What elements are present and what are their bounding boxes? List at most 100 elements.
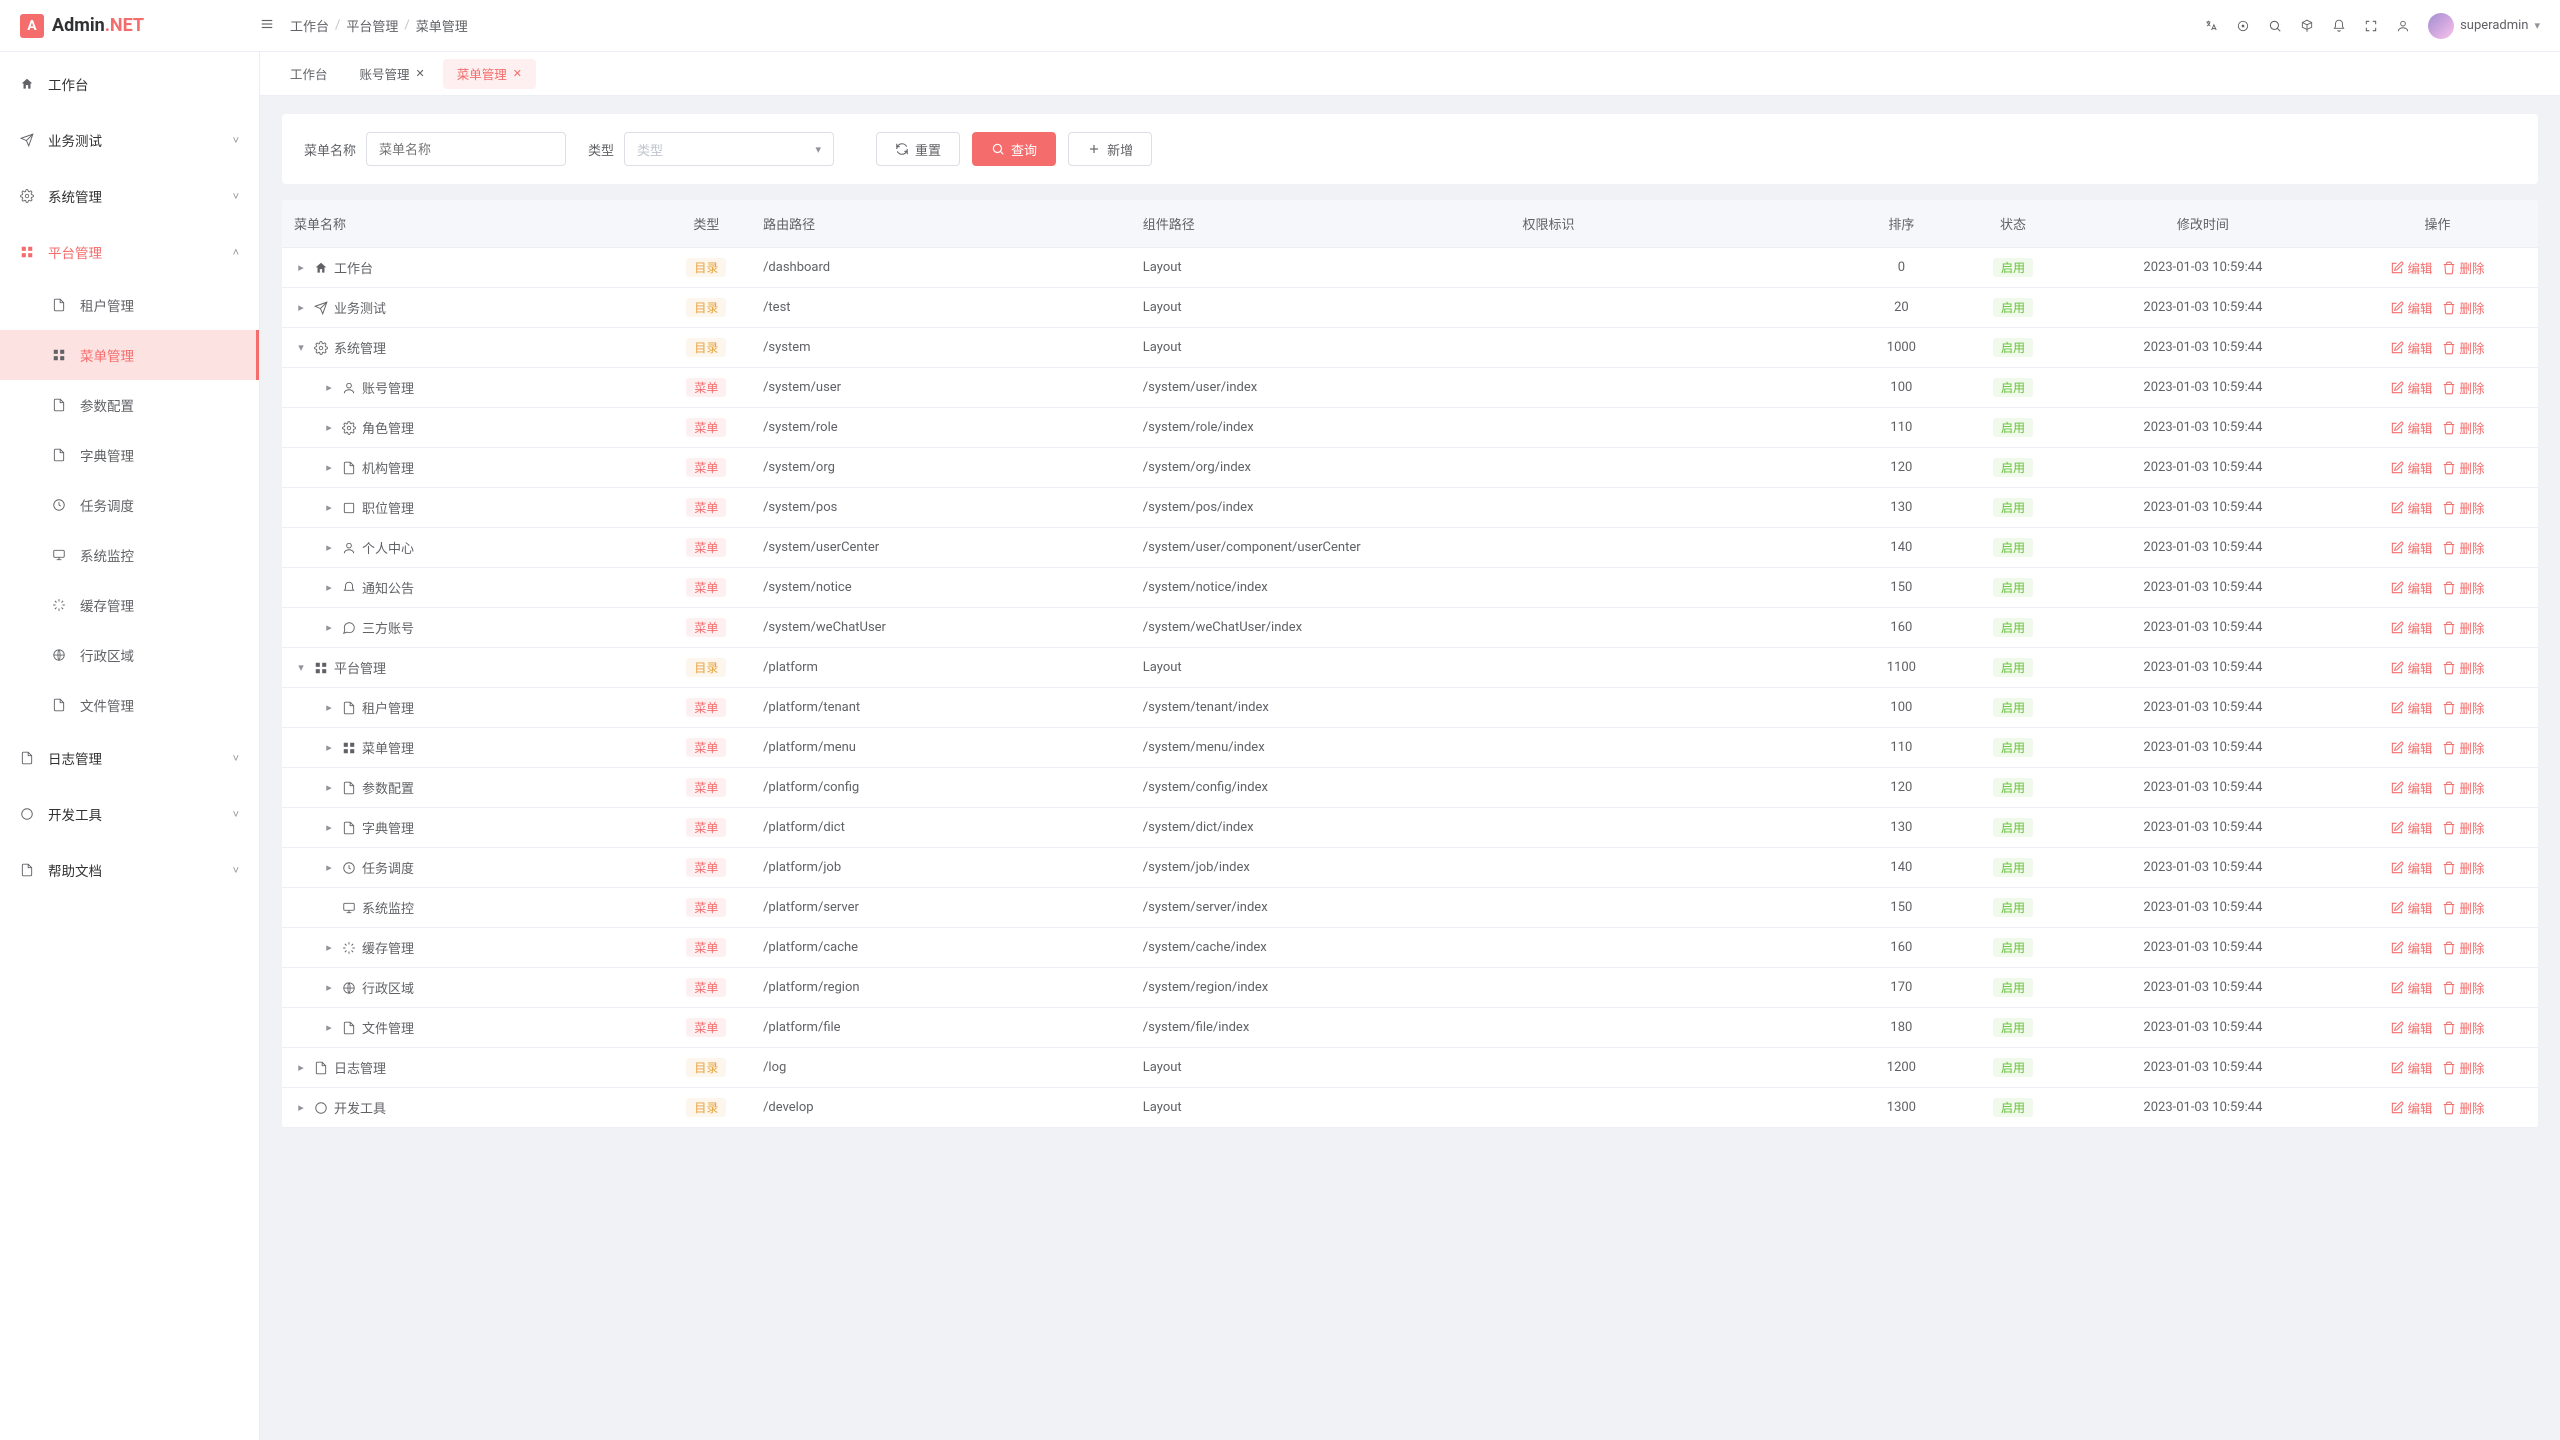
tree-caret-icon[interactable]: ▸	[294, 1101, 308, 1114]
tree-caret-icon[interactable]: ▸	[322, 941, 336, 954]
sidebar-subitem[interactable]: 参数配置	[0, 380, 259, 430]
edit-button[interactable]: 编辑	[2390, 258, 2432, 277]
delete-button[interactable]: 删除	[2442, 898, 2484, 917]
bell-icon[interactable]	[2332, 19, 2346, 33]
sidebar-item[interactable]: 业务测试˅	[0, 112, 259, 168]
edit-button[interactable]: 编辑	[2390, 458, 2432, 477]
edit-button[interactable]: 编辑	[2390, 418, 2432, 437]
sidebar-item[interactable]: 帮助文档˅	[0, 842, 259, 898]
sidebar-item[interactable]: 系统管理˅	[0, 168, 259, 224]
edit-button[interactable]: 编辑	[2390, 978, 2432, 997]
tree-caret-icon[interactable]: ▸	[322, 421, 336, 434]
language-icon[interactable]	[2204, 19, 2218, 33]
delete-button[interactable]: 删除	[2442, 378, 2484, 397]
tree-caret-icon[interactable]: ▸	[322, 1021, 336, 1034]
tab[interactable]: 工作台	[276, 59, 342, 89]
edit-button[interactable]: 编辑	[2390, 738, 2432, 757]
name-input[interactable]	[366, 132, 566, 166]
tree-caret-icon[interactable]: ▸	[322, 741, 336, 754]
hamburger-icon[interactable]	[260, 17, 274, 35]
tree-caret-icon[interactable]: ▸	[322, 981, 336, 994]
sidebar-item[interactable]: 日志管理˅	[0, 730, 259, 786]
tree-caret-icon[interactable]: ▸	[322, 581, 336, 594]
delete-button[interactable]: 删除	[2442, 578, 2484, 597]
sidebar-item[interactable]: 平台管理˄	[0, 224, 259, 280]
edit-button[interactable]: 编辑	[2390, 778, 2432, 797]
tree-caret-icon[interactable]: ▸	[294, 261, 308, 274]
edit-button[interactable]: 编辑	[2390, 1058, 2432, 1077]
sidebar-subitem[interactable]: 任务调度	[0, 480, 259, 530]
delete-button[interactable]: 删除	[2442, 818, 2484, 837]
tree-caret-icon[interactable]: ▸	[294, 301, 308, 314]
edit-button[interactable]: 编辑	[2390, 538, 2432, 557]
tree-caret-icon[interactable]: ▸	[322, 501, 336, 514]
fullscreen-icon[interactable]	[2364, 19, 2378, 33]
delete-button[interactable]: 删除	[2442, 538, 2484, 557]
sidebar-subitem[interactable]: 字典管理	[0, 430, 259, 480]
tree-caret-icon[interactable]: ▸	[294, 1061, 308, 1074]
target-icon[interactable]	[2236, 19, 2250, 33]
tree-caret-icon[interactable]: ▸	[322, 861, 336, 874]
edit-button[interactable]: 编辑	[2390, 938, 2432, 957]
sidebar-subitem[interactable]: 缓存管理	[0, 580, 259, 630]
delete-button[interactable]: 删除	[2442, 1018, 2484, 1037]
add-button[interactable]: 新增	[1068, 132, 1152, 166]
tree-caret-icon[interactable]: ▸	[322, 821, 336, 834]
delete-button[interactable]: 删除	[2442, 938, 2484, 957]
edit-button[interactable]: 编辑	[2390, 658, 2432, 677]
delete-button[interactable]: 删除	[2442, 738, 2484, 757]
delete-button[interactable]: 删除	[2442, 298, 2484, 317]
sidebar-subitem[interactable]: 行政区域	[0, 630, 259, 680]
sidebar-item[interactable]: 开发工具˅	[0, 786, 259, 842]
tree-caret-icon[interactable]: ▾	[294, 661, 308, 674]
search-icon[interactable]	[2268, 19, 2282, 33]
tree-caret-icon[interactable]: ▸	[322, 621, 336, 634]
tree-caret-icon[interactable]: ▸	[322, 541, 336, 554]
sidebar-subitem[interactable]: 菜单管理	[0, 330, 259, 380]
reset-button[interactable]: 重置	[876, 132, 960, 166]
type-select[interactable]: 类型 ▾	[624, 132, 834, 166]
delete-button[interactable]: 删除	[2442, 498, 2484, 517]
sidebar-subitem[interactable]: 文件管理	[0, 680, 259, 730]
edit-button[interactable]: 编辑	[2390, 298, 2432, 317]
sidebar-item[interactable]: 工作台	[0, 56, 259, 112]
breadcrumb-item[interactable]: 菜单管理	[416, 16, 468, 35]
delete-button[interactable]: 删除	[2442, 978, 2484, 997]
edit-button[interactable]: 编辑	[2390, 338, 2432, 357]
user-icon[interactable]	[2396, 19, 2410, 33]
delete-button[interactable]: 删除	[2442, 338, 2484, 357]
delete-button[interactable]: 删除	[2442, 858, 2484, 877]
logo[interactable]: A Admin.NET	[20, 14, 260, 38]
edit-button[interactable]: 编辑	[2390, 858, 2432, 877]
delete-button[interactable]: 删除	[2442, 418, 2484, 437]
close-icon[interactable]: ✕	[416, 67, 425, 80]
delete-button[interactable]: 删除	[2442, 258, 2484, 277]
delete-button[interactable]: 删除	[2442, 458, 2484, 477]
close-icon[interactable]: ✕	[513, 67, 522, 80]
delete-button[interactable]: 删除	[2442, 1098, 2484, 1117]
delete-button[interactable]: 删除	[2442, 1058, 2484, 1077]
sidebar-subitem[interactable]: 租户管理	[0, 280, 259, 330]
tree-caret-icon[interactable]: ▸	[322, 381, 336, 394]
sidebar-subitem[interactable]: 系统监控	[0, 530, 259, 580]
tree-caret-icon[interactable]: ▸	[322, 461, 336, 474]
tree-caret-icon[interactable]: ▸	[322, 781, 336, 794]
cube-icon[interactable]	[2300, 19, 2314, 33]
edit-button[interactable]: 编辑	[2390, 378, 2432, 397]
tree-caret-icon[interactable]: ▾	[294, 341, 308, 354]
user-menu[interactable]: superadmin ▾	[2428, 13, 2540, 39]
edit-button[interactable]: 编辑	[2390, 498, 2432, 517]
breadcrumb-item[interactable]: 平台管理	[346, 16, 398, 35]
delete-button[interactable]: 删除	[2442, 658, 2484, 677]
edit-button[interactable]: 编辑	[2390, 818, 2432, 837]
edit-button[interactable]: 编辑	[2390, 618, 2432, 637]
edit-button[interactable]: 编辑	[2390, 578, 2432, 597]
tab[interactable]: 账号管理✕	[346, 59, 439, 89]
delete-button[interactable]: 删除	[2442, 698, 2484, 717]
delete-button[interactable]: 删除	[2442, 778, 2484, 797]
tree-caret-icon[interactable]: ▸	[322, 701, 336, 714]
breadcrumb-item[interactable]: 工作台	[290, 16, 329, 35]
delete-button[interactable]: 删除	[2442, 618, 2484, 637]
edit-button[interactable]: 编辑	[2390, 1018, 2432, 1037]
tab[interactable]: 菜单管理✕	[443, 59, 536, 89]
